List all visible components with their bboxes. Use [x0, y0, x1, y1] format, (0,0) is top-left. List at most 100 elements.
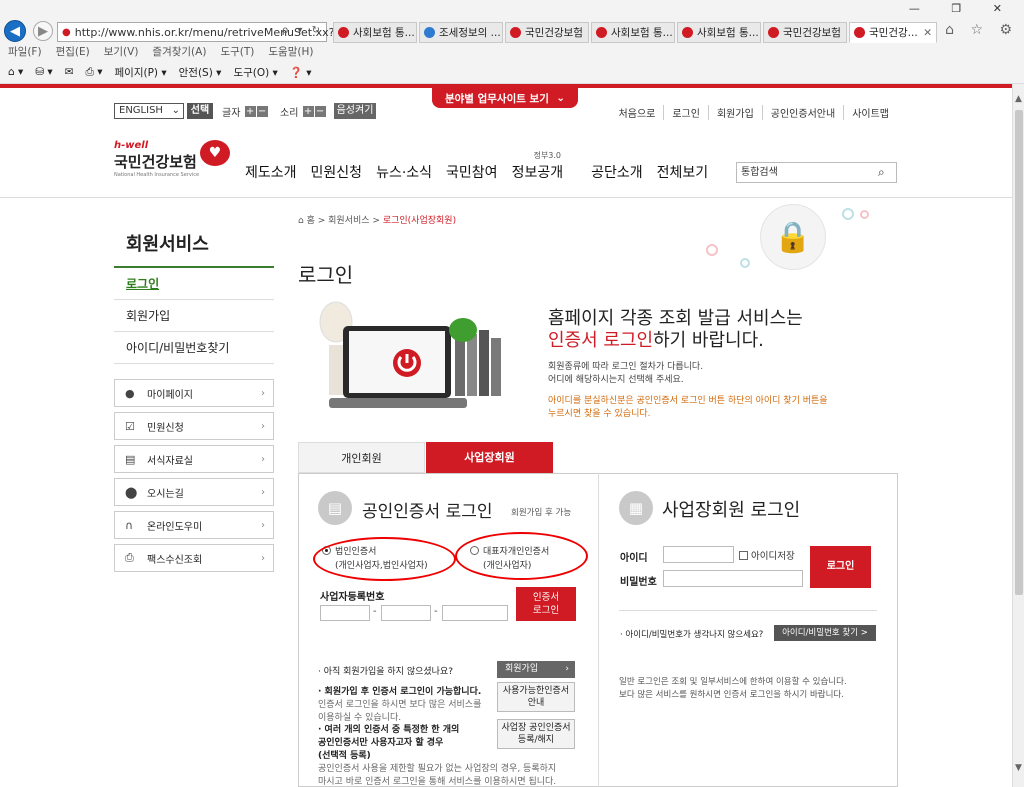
biz-divider — [619, 610, 877, 611]
volume-down-button[interactable]: − — [314, 105, 326, 117]
nav-intro[interactable]: 제도소개 — [245, 162, 297, 182]
language-select-button[interactable]: 선택 — [187, 103, 213, 119]
biz-number-input-3[interactable] — [442, 605, 508, 621]
browser-tab[interactable]: 사회보험 통... — [677, 22, 761, 43]
home-icon[interactable]: ⌂ ▾ — [8, 66, 23, 78]
page-menu[interactable]: 페이지(P) ▾ — [115, 65, 167, 80]
link-home[interactable]: 처음으로 — [611, 105, 664, 120]
sidebar-box-fax[interactable]: ⎙ 팩스수신조회 › — [114, 544, 274, 572]
id-input[interactable] — [663, 546, 734, 563]
help-icon[interactable]: ❓ ▾ — [290, 66, 312, 79]
menu-help[interactable]: 도움말(H) — [268, 46, 313, 58]
certificate-icon: ▤ — [318, 491, 352, 525]
vertical-scrollbar[interactable]: ▲ ▼ — [1012, 84, 1024, 787]
forward-arrow-icon[interactable]: ▶ — [33, 21, 53, 41]
login-button[interactable]: 로그인 — [810, 546, 871, 588]
hero-rest-text: 하기 바랍니다. — [653, 330, 764, 351]
nav-civil[interactable]: 민원신청 — [311, 162, 363, 182]
address-controls[interactable]: ρ ▾ ↻ — [282, 25, 323, 36]
tab-business-member[interactable]: 사업장회원 — [426, 442, 553, 473]
tab-favicon-icon — [768, 27, 779, 38]
biz-number-input-1[interactable] — [320, 605, 370, 621]
safety-menu[interactable]: 안전(S) ▾ — [179, 65, 222, 80]
btn-label: 등록/해지 — [517, 735, 555, 745]
link-cert-guide[interactable]: 공인인증서안내 — [761, 105, 843, 120]
sidebar-box-directions[interactable]: ⬤ 오시는길 › — [114, 478, 274, 506]
tools-menu[interactable]: 도구(O) ▾ — [233, 65, 277, 80]
browser-tab[interactable]: 사회보험 통... — [591, 22, 675, 43]
tab-favicon-icon — [682, 27, 693, 38]
nav-news[interactable]: 뉴스·소식 — [376, 162, 432, 182]
font-decrease-button[interactable]: − — [256, 105, 268, 117]
browser-tab-active[interactable]: 국민건강... ✕ — [849, 22, 937, 43]
nav-about[interactable]: 공단소개 — [591, 162, 643, 182]
nav-participate[interactable]: 국민참여 — [446, 162, 498, 182]
box-label: 팩스수신조회 — [147, 554, 203, 566]
feeds-icon[interactable]: ⛁ ▾ — [35, 66, 52, 78]
chevron-down-icon: ⌄ — [171, 105, 180, 116]
location-pin-icon: ⬤ — [125, 485, 138, 499]
sidebar-box-helper[interactable]: ∩ 온라인도우미 › — [114, 511, 274, 539]
close-tab-icon[interactable]: ✕ — [923, 27, 932, 39]
hero-red-text: 인증서 로그인 — [548, 330, 654, 351]
back-arrow-icon[interactable]: ◀ — [4, 20, 26, 42]
toolbar-icons[interactable]: ⌂ ☆ ⚙ — [945, 22, 1018, 38]
save-id-label: 아이디저장 — [751, 551, 795, 562]
browser-tab[interactable]: 사회보험 통... — [333, 22, 417, 43]
join-button[interactable]: 회원가입 › — [497, 661, 575, 678]
site-logo[interactable]: h-well 국민건강보험 National Health Insurance … — [114, 140, 230, 190]
nav-info[interactable]: 정부3.0 정보공개 — [512, 151, 578, 182]
scrollbar-thumb[interactable] — [1015, 110, 1023, 595]
sidebar-box-civil[interactable]: ☑ 민원신청 › — [114, 412, 274, 440]
menu-edit[interactable]: 편집(E) — [56, 46, 90, 58]
menu-tools[interactable]: 도구(T) — [220, 46, 254, 58]
tab-personal-member[interactable]: 개인회원 — [298, 442, 425, 473]
hero-notice-2: 누르시면 찾을 수 있습니다. — [548, 409, 651, 419]
window-controls[interactable]: — ❐ ✕ — [909, 2, 1016, 15]
mail-icon[interactable]: ✉ — [65, 66, 74, 78]
register-cert-button[interactable]: 사업장 공인인증서 등록/해지 — [497, 719, 575, 749]
menu-view[interactable]: 보기(V) — [104, 46, 139, 58]
sidebar-item-join[interactable]: 회원가입 — [114, 300, 274, 332]
menu-file[interactable]: 파일(F) — [8, 46, 42, 58]
nav-all[interactable]: 전체보기 — [657, 162, 709, 182]
link-sitemap[interactable]: 사이트맵 — [843, 105, 897, 120]
address-bar[interactable]: ● http://www.nhis.or.kr/menu/retriveMenu… — [57, 22, 334, 42]
sidebar-box-forms[interactable]: ▤ 서식자료실 › — [114, 445, 274, 473]
document-icon: ▤ — [125, 452, 136, 466]
font-increase-button[interactable]: + — [244, 105, 256, 117]
decor-dot — [740, 258, 750, 268]
scroll-up-icon[interactable]: ▲ — [1015, 94, 1022, 104]
sound-label: 소리 — [280, 107, 299, 119]
field-sites-button[interactable]: 분야별 업무사이트 보기 ⌄ — [432, 88, 578, 108]
language-select[interactable]: ENGLISH ⌄ — [114, 103, 184, 119]
link-login[interactable]: 로그인 — [663, 105, 708, 120]
cert-login-button[interactable]: 인증서 로그인 — [516, 587, 576, 621]
find-id-password-button[interactable]: 아이디/비밀번호 찾기 > — [774, 625, 876, 641]
save-id-checkbox[interactable]: 아이디저장 — [739, 548, 795, 562]
breadcrumb-mid[interactable]: 회원서비스 — [328, 216, 369, 226]
browser-chrome: ◀ ▶ ● http://www.nhis.or.kr/menu/retrive… — [0, 0, 1024, 84]
dash-separator: - — [434, 606, 438, 617]
usable-cert-guide-button[interactable]: 사용가능한인증서 안내 — [497, 682, 575, 712]
voice-toggle-button[interactable]: 음성켜기 — [334, 103, 376, 119]
browser-tab[interactable]: 국민건강보험 — [763, 22, 847, 43]
scroll-down-icon[interactable]: ▼ — [1015, 763, 1022, 773]
sidebar-item-login[interactable]: 로그인 — [114, 268, 274, 300]
browser-tab[interactable]: 조세정보의 ... — [419, 22, 503, 43]
biz-number-input-2[interactable] — [381, 605, 431, 621]
site-favicon-icon: ● — [62, 26, 71, 38]
password-input[interactable] — [663, 570, 803, 587]
print-icon[interactable]: ⎙ ▾ — [86, 66, 103, 79]
search-input[interactable]: 통합검색 — [736, 162, 897, 183]
volume-up-button[interactable]: + — [302, 105, 314, 117]
search-icon[interactable]: ⌕ — [878, 165, 885, 180]
breadcrumb-home[interactable]: 홈 — [307, 216, 315, 226]
sidebar-item-find-id[interactable]: 아이디/비밀번호찾기 — [114, 332, 274, 364]
link-join[interactable]: 회원가입 — [707, 105, 762, 120]
sidebar-box-mypage[interactable]: ● 마이페이지 › — [114, 379, 274, 407]
browser-tab[interactable]: 국민건강보험 — [505, 22, 589, 43]
lock-icon: 🔒 — [760, 204, 826, 270]
menu-favorites[interactable]: 즐겨찾기(A) — [152, 46, 206, 58]
home-icon[interactable]: ⌂ — [298, 216, 304, 226]
